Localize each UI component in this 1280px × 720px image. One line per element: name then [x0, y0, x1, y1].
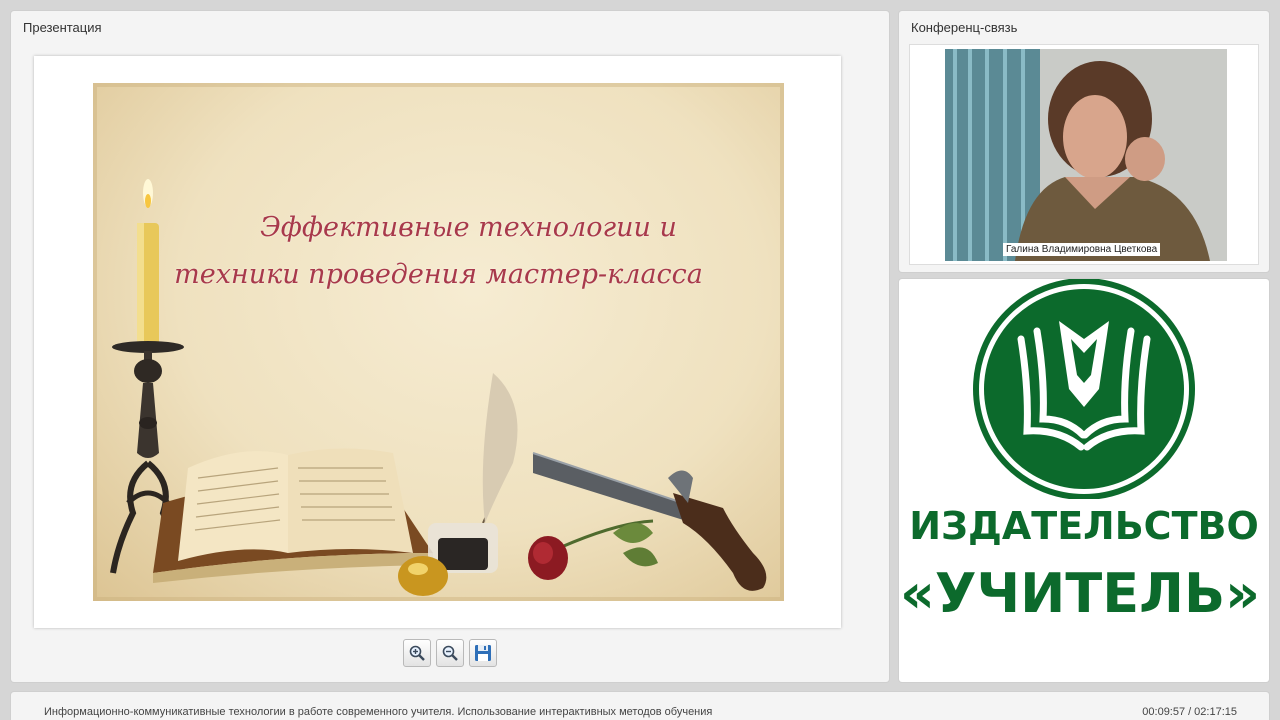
status-bar: Информационно-коммуникативные технологии… — [11, 692, 1269, 720]
zoom-in-button[interactable] — [403, 639, 431, 667]
slide: Эффективные технологии и техники проведе… — [93, 83, 784, 601]
time-separator: / — [1188, 706, 1192, 718]
open-book-illustration — [153, 448, 433, 583]
publisher-logo-panel: ИЗДАТЕЛЬСТВО «УЧИТЕЛЬ» — [899, 279, 1269, 682]
slide-title-line2: техники проведения мастер-класса — [174, 259, 703, 290]
time-current: 00:09:57 — [1142, 706, 1186, 718]
presentation-panel: Презентация Эффективные технологии и тех… — [11, 11, 889, 682]
publisher-emblem-icon — [973, 279, 1195, 499]
conference-panel: Конференц-связь Галина Владимировна Цвет… — [899, 11, 1269, 272]
zoom-out-button[interactable] — [436, 639, 464, 667]
slide-viewer[interactable]: Эффективные технологии и техники проведе… — [34, 56, 841, 628]
floppy-disk-icon — [475, 645, 491, 661]
rose-illustration — [528, 519, 658, 580]
publisher-name-line2: «УЧИТЕЛЬ» — [900, 562, 1260, 625]
inkwell-illustration — [398, 373, 518, 596]
slide-illustration — [93, 83, 784, 601]
slide-title-line1: Эффективные технологии и — [260, 212, 677, 243]
webcam-image — [945, 49, 1227, 261]
playback-time: 00:09:57/02:17:15 — [1142, 706, 1237, 718]
video-feed[interactable]: Галина Владимировна Цветкова — [945, 49, 1227, 261]
zoom-out-icon — [442, 645, 458, 661]
publisher-name-line1: ИЗДАТЕЛЬСТВО — [909, 504, 1259, 548]
zoom-in-icon — [409, 645, 425, 661]
save-button[interactable] — [469, 639, 497, 667]
presentation-panel-title: Презентация — [23, 20, 102, 35]
video-frame: Галина Владимировна Цветкова — [909, 44, 1259, 265]
course-title: Информационно-коммуникативные технологии… — [44, 706, 713, 718]
participant-name-label: Галина Владимировна Цветкова — [1003, 243, 1161, 256]
time-total: 02:17:15 — [1194, 706, 1237, 718]
conference-panel-title: Конференц-связь — [911, 20, 1018, 35]
